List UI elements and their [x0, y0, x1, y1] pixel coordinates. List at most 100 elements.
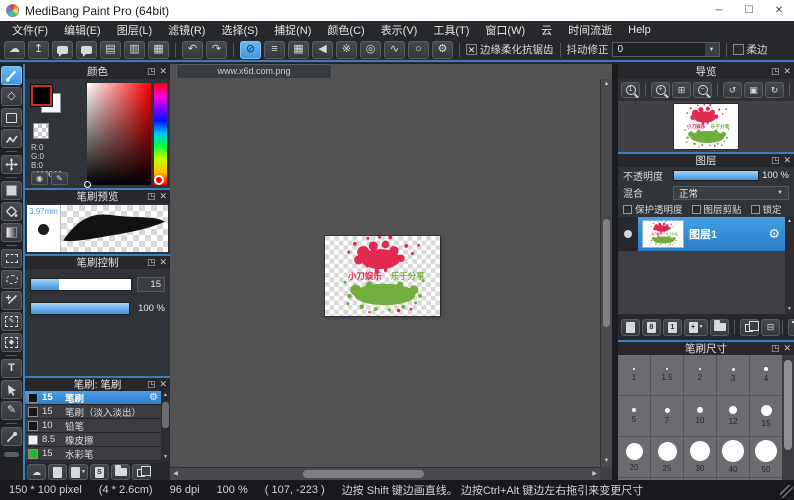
zoom-original-button[interactable]: 1: [621, 82, 640, 98]
layer-opacity-slider[interactable]: [673, 170, 759, 181]
snap-circle-button[interactable]: ◎: [360, 41, 381, 59]
delete-layer-button[interactable]: [788, 319, 794, 336]
add-layer-menu-button[interactable]: +▼: [684, 319, 708, 336]
snap-vanishing-button[interactable]: ◀: [312, 41, 333, 59]
brush-size-cell[interactable]: 25: [651, 437, 683, 477]
eraser-tool[interactable]: ◇: [1, 87, 22, 106]
brush-cloud-button[interactable]: ☁: [27, 464, 46, 480]
close-icon[interactable]: ✕: [783, 155, 791, 166]
lasso-tool[interactable]: [1, 270, 22, 289]
menu-item-filter[interactable]: 滤镜(R): [160, 22, 213, 38]
zoom-in-button[interactable]: +: [651, 82, 670, 98]
snap-off-button[interactable]: ⊘: [240, 41, 261, 59]
brush-add-menu-button[interactable]: ▼: [69, 464, 88, 480]
add-1bit-layer-button[interactable]: 1: [663, 319, 682, 336]
brush-duplicate-button[interactable]: [132, 464, 151, 480]
brush-script-button[interactable]: S: [90, 464, 109, 480]
brush-list-item[interactable]: 8.5橡皮擦: [25, 433, 161, 447]
canvas-artwork[interactable]: 小刀娱乐乐于分享: [325, 236, 440, 316]
scroll-down-icon[interactable]: ▼: [785, 305, 794, 314]
canvas-tab[interactable]: www.x6d.com.png: [176, 64, 332, 78]
scroll-up-icon[interactable]: ▲: [161, 391, 170, 400]
menu-item-file[interactable]: 文件(F): [4, 22, 56, 38]
bucket-tool[interactable]: [1, 202, 22, 221]
zoom-fit-button[interactable]: ⊞: [672, 82, 691, 98]
brush-opacity-slider[interactable]: [30, 302, 130, 315]
brush-size-scrollbar[interactable]: [782, 355, 794, 480]
close-icon[interactable]: ✕: [783, 343, 791, 354]
undo-button[interactable]: ↶: [182, 41, 203, 59]
upload-button[interactable]: ↥: [28, 41, 49, 59]
brush-size-cell[interactable]: 40: [717, 437, 749, 477]
shape-brush-tool[interactable]: [1, 108, 22, 127]
minimize-button[interactable]: ─: [704, 0, 734, 21]
brush-size-cell[interactable]: 10: [684, 396, 716, 436]
layer-list-scrollbar[interactable]: ▲ ▼: [785, 217, 794, 314]
canvas-area[interactable]: www.x6d.com.png 小刀娱乐乐于分享 ▲ ▼ ◀ ▶: [170, 64, 612, 480]
scroll-thumb[interactable]: [303, 470, 423, 478]
antialias-checkbox[interactable]: [466, 44, 477, 55]
zoom-out-button[interactable]: −: [693, 82, 712, 98]
scroll-right-icon[interactable]: ▶: [589, 468, 600, 480]
layer-visibility-toggle[interactable]: [618, 217, 638, 251]
scroll-down-icon[interactable]: ▼: [161, 453, 170, 462]
scroll-down-icon[interactable]: ▼: [601, 456, 612, 467]
select-eraser-tool[interactable]: ◆: [1, 333, 22, 352]
layer-settings-icon[interactable]: ⚙: [768, 226, 780, 242]
comment-button[interactable]: [52, 41, 73, 59]
protect-alpha-check[interactable]: 保护透明度: [623, 202, 683, 216]
foreground-color-swatch[interactable]: [31, 85, 52, 106]
sv-marker[interactable]: [84, 181, 91, 188]
rotate-ccw-button[interactable]: ↺: [723, 82, 742, 98]
jitter-dropdown[interactable]: 0 ▼: [612, 42, 720, 57]
close-icon[interactable]: ✕: [159, 191, 167, 202]
brush-size-cell[interactable]: 5: [618, 396, 650, 436]
menu-item-timelapse[interactable]: 时间流逝: [560, 22, 620, 38]
close-icon[interactable]: ✕: [159, 66, 167, 77]
close-icon[interactable]: ✕: [159, 379, 167, 390]
brush-size-cell[interactable]: 1: [618, 355, 650, 395]
scroll-thumb[interactable]: [162, 402, 169, 428]
scroll-left-icon[interactable]: ◀: [170, 468, 181, 480]
navigator-thumbnail[interactable]: 小刀娱乐乐于分享: [674, 104, 738, 149]
eyedropper-tool[interactable]: [1, 427, 22, 446]
cloud-button[interactable]: ☁: [4, 41, 25, 59]
soft-edge-checkbox[interactable]: [733, 44, 744, 55]
menu-item-window[interactable]: 窗口(W): [477, 22, 533, 38]
toolstrip-resize-handle[interactable]: [4, 452, 19, 457]
brush-size-cell[interactable]: 50: [750, 437, 782, 477]
menu-item-view[interactable]: 表示(V): [373, 22, 426, 38]
duplicate-layer-button[interactable]: [740, 319, 759, 336]
gradient-tool[interactable]: [1, 223, 22, 242]
palette-edit-button[interactable]: ✎: [51, 172, 68, 185]
scroll-thumb[interactable]: [784, 360, 792, 450]
scroll-thumb[interactable]: [603, 219, 610, 328]
brush-list-scrollbar[interactable]: ▲ ▼: [161, 391, 170, 462]
brush-size-cell[interactable]: 12: [717, 396, 749, 436]
brush-size-cell[interactable]: 1.5: [651, 355, 683, 395]
saturation-value-picker[interactable]: [87, 83, 151, 185]
pen-tool[interactable]: ✎: [1, 401, 22, 420]
canvas-horizontal-scrollbar[interactable]: ◀ ▶: [170, 467, 600, 480]
snap-grid-button[interactable]: ▦: [288, 41, 309, 59]
add-8bit-layer-button[interactable]: 8: [642, 319, 661, 336]
brush-add-button[interactable]: [48, 464, 67, 480]
popout-icon[interactable]: ◳: [771, 155, 780, 166]
menu-item-select[interactable]: 选择(S): [213, 22, 266, 38]
brush-size-cell[interactable]: 7: [651, 396, 683, 436]
close-icon[interactable]: ✕: [783, 66, 791, 77]
resize-grip[interactable]: [780, 485, 793, 498]
layer-row[interactable]: 小刀娱乐乐于分享 图层1 ⚙: [618, 217, 785, 251]
menu-item-snap[interactable]: 捕捉(N): [266, 22, 319, 38]
brush-list-item[interactable]: 10铅笔: [25, 419, 161, 433]
hue-slider[interactable]: [154, 83, 167, 185]
snap-radial-button[interactable]: ※: [336, 41, 357, 59]
select-rect-tool[interactable]: [1, 249, 22, 268]
operation-tool[interactable]: [1, 380, 22, 399]
redo-button[interactable]: ↷: [206, 41, 227, 59]
popout-icon[interactable]: ◳: [147, 191, 156, 202]
brush-size-cell[interactable]: 15: [750, 396, 782, 436]
menu-item-layer[interactable]: 图层(L): [109, 22, 160, 38]
clipping-check[interactable]: 图层剪贴: [692, 202, 742, 216]
menu-item-edit[interactable]: 编辑(E): [56, 22, 109, 38]
